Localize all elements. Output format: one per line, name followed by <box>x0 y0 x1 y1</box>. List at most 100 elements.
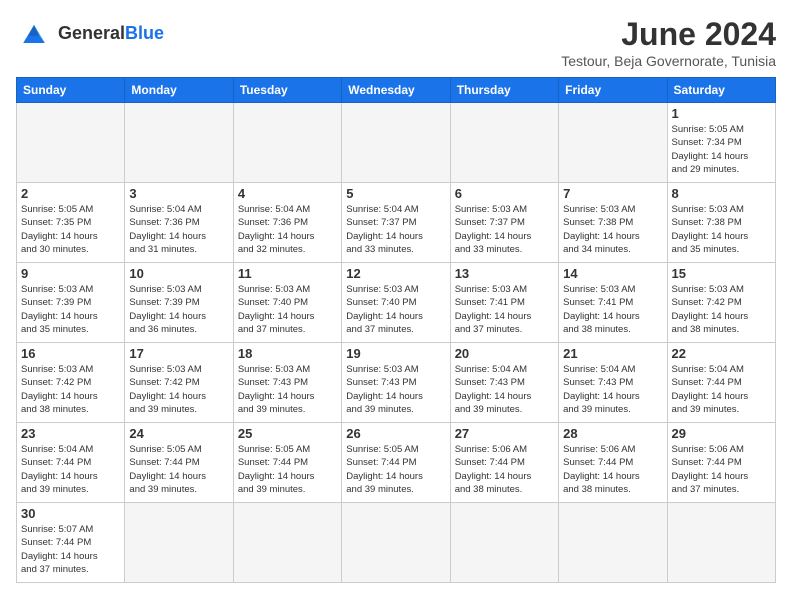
day-number: 15 <box>672 266 771 281</box>
day-number: 21 <box>563 346 662 361</box>
day-info: Sunrise: 5:05 AM Sunset: 7:34 PM Dayligh… <box>672 123 771 176</box>
day-number: 16 <box>21 346 120 361</box>
day-number: 19 <box>346 346 445 361</box>
day-info: Sunrise: 5:06 AM Sunset: 7:44 PM Dayligh… <box>455 443 554 496</box>
day-info: Sunrise: 5:03 AM Sunset: 7:43 PM Dayligh… <box>238 363 337 416</box>
weekday-header-row: SundayMondayTuesdayWednesdayThursdayFrid… <box>17 78 776 103</box>
calendar-cell: 28 Sunrise: 5:06 AM Sunset: 7:44 PM Dayli… <box>559 423 667 503</box>
calendar-cell: 4Sunrise: 5:04 AM Sunset: 7:36 PM Daylig… <box>233 183 341 263</box>
calendar-cell: 10Sunrise: 5:03 AM Sunset: 7:39 PM Dayli… <box>125 263 233 343</box>
week-row: 16 Sunrise: 5:03 AM Sunset: 7:42 PM Dayli… <box>17 343 776 423</box>
calendar-cell: 6Sunrise: 5:03 AM Sunset: 7:37 PM Daylig… <box>450 183 558 263</box>
calendar-cell: 14 Sunrise: 5:03 AM Sunset: 7:41 PM Dayli… <box>559 263 667 343</box>
day-info: Sunrise: 5:03 AM Sunset: 7:41 PM Dayligh… <box>563 283 662 336</box>
day-info: Sunrise: 5:03 AM Sunset: 7:41 PM Dayligh… <box>455 283 554 336</box>
day-info: Sunrise: 5:03 AM Sunset: 7:42 PM Dayligh… <box>672 283 771 336</box>
logo-icon <box>16 16 52 52</box>
calendar-cell: 27 Sunrise: 5:06 AM Sunset: 7:44 PM Dayli… <box>450 423 558 503</box>
day-info: Sunrise: 5:03 AM Sunset: 7:38 PM Dayligh… <box>672 203 771 256</box>
day-number: 10 <box>129 266 228 281</box>
day-info: Sunrise: 5:06 AM Sunset: 7:44 PM Dayligh… <box>672 443 771 496</box>
calendar-cell: 3 Sunrise: 5:04 AM Sunset: 7:36 PM Daylig… <box>125 183 233 263</box>
calendar-cell <box>233 503 341 583</box>
day-number: 9 <box>21 266 120 281</box>
day-info: Sunrise: 5:04 AM Sunset: 7:44 PM Dayligh… <box>672 363 771 416</box>
calendar-cell <box>342 103 450 183</box>
calendar-cell <box>125 503 233 583</box>
calendar-cell: 20 Sunrise: 5:04 AM Sunset: 7:43 PM Dayli… <box>450 343 558 423</box>
day-info: Sunrise: 5:03 AM Sunset: 7:38 PM Dayligh… <box>563 203 662 256</box>
calendar-cell: 2Sunrise: 5:05 AM Sunset: 7:35 PM Daylig… <box>17 183 125 263</box>
day-number: 24 <box>129 426 228 441</box>
day-info: Sunrise: 5:05 AM Sunset: 7:44 PM Dayligh… <box>346 443 445 496</box>
calendar-cell: 5Sunrise: 5:04 AM Sunset: 7:37 PM Daylig… <box>342 183 450 263</box>
calendar-cell: 7 Sunrise: 5:03 AM Sunset: 7:38 PM Daylig… <box>559 183 667 263</box>
week-row: 23Sunrise: 5:04 AM Sunset: 7:44 PM Dayli… <box>17 423 776 503</box>
calendar-cell <box>342 503 450 583</box>
day-number: 7 <box>563 186 662 201</box>
day-info: Sunrise: 5:03 AM Sunset: 7:40 PM Dayligh… <box>238 283 337 336</box>
weekday-header: Friday <box>559 78 667 103</box>
day-number: 17 <box>129 346 228 361</box>
day-info: Sunrise: 5:03 AM Sunset: 7:40 PM Dayligh… <box>346 283 445 336</box>
week-row: 9 Sunrise: 5:03 AM Sunset: 7:39 PM Daylig… <box>17 263 776 343</box>
day-info: Sunrise: 5:03 AM Sunset: 7:39 PM Dayligh… <box>21 283 120 336</box>
logo: GeneralBlue <box>16 16 164 52</box>
month-title: June 2024 <box>561 16 776 53</box>
day-info: Sunrise: 5:04 AM Sunset: 7:43 PM Dayligh… <box>563 363 662 416</box>
calendar-cell: 15 Sunrise: 5:03 AM Sunset: 7:42 PM Dayli… <box>667 263 775 343</box>
weekday-header: Wednesday <box>342 78 450 103</box>
subtitle: Testour, Beja Governorate, Tunisia <box>561 53 776 69</box>
calendar-cell: 25Sunrise: 5:05 AM Sunset: 7:44 PM Dayli… <box>233 423 341 503</box>
day-number: 3 <box>129 186 228 201</box>
day-number: 27 <box>455 426 554 441</box>
day-info: Sunrise: 5:03 AM Sunset: 7:42 PM Dayligh… <box>129 363 228 416</box>
day-info: Sunrise: 5:04 AM Sunset: 7:37 PM Dayligh… <box>346 203 445 256</box>
calendar-cell: 29 Sunrise: 5:06 AM Sunset: 7:44 PM Dayli… <box>667 423 775 503</box>
day-number: 11 <box>238 266 337 281</box>
day-info: Sunrise: 5:03 AM Sunset: 7:42 PM Dayligh… <box>21 363 120 416</box>
calendar-cell: 19 Sunrise: 5:03 AM Sunset: 7:43 PM Dayli… <box>342 343 450 423</box>
calendar-cell: 9 Sunrise: 5:03 AM Sunset: 7:39 PM Daylig… <box>17 263 125 343</box>
week-row: 30 Sunrise: 5:07 AM Sunset: 7:44 PM Dayli… <box>17 503 776 583</box>
weekday-header: Monday <box>125 78 233 103</box>
day-info: Sunrise: 5:03 AM Sunset: 7:43 PM Dayligh… <box>346 363 445 416</box>
calendar-cell <box>559 103 667 183</box>
day-info: Sunrise: 5:07 AM Sunset: 7:44 PM Dayligh… <box>21 523 120 576</box>
calendar-cell: 8Sunrise: 5:03 AM Sunset: 7:38 PM Daylig… <box>667 183 775 263</box>
calendar-cell: 17 Sunrise: 5:03 AM Sunset: 7:42 PM Dayli… <box>125 343 233 423</box>
day-info: Sunrise: 5:04 AM Sunset: 7:36 PM Dayligh… <box>238 203 337 256</box>
weekday-header: Thursday <box>450 78 558 103</box>
day-number: 30 <box>21 506 120 521</box>
day-number: 20 <box>455 346 554 361</box>
header: GeneralBlue June 2024 Testour, Beja Gove… <box>16 16 776 69</box>
calendar-cell: 22Sunrise: 5:04 AM Sunset: 7:44 PM Dayli… <box>667 343 775 423</box>
calendar-cell: 11 Sunrise: 5:03 AM Sunset: 7:40 PM Dayli… <box>233 263 341 343</box>
calendar-cell: 12Sunrise: 5:03 AM Sunset: 7:40 PM Dayli… <box>342 263 450 343</box>
calendar-cell: 24 Sunrise: 5:05 AM Sunset: 7:44 PM Dayli… <box>125 423 233 503</box>
calendar-cell: 16 Sunrise: 5:03 AM Sunset: 7:42 PM Dayli… <box>17 343 125 423</box>
week-row: 1 Sunrise: 5:05 AM Sunset: 7:34 PM Daylig… <box>17 103 776 183</box>
calendar-cell <box>125 103 233 183</box>
day-number: 6 <box>455 186 554 201</box>
calendar-cell <box>17 103 125 183</box>
day-info: Sunrise: 5:04 AM Sunset: 7:36 PM Dayligh… <box>129 203 228 256</box>
day-info: Sunrise: 5:06 AM Sunset: 7:44 PM Dayligh… <box>563 443 662 496</box>
title-area: June 2024 Testour, Beja Governorate, Tun… <box>561 16 776 69</box>
day-number: 14 <box>563 266 662 281</box>
day-number: 28 <box>563 426 662 441</box>
week-row: 2Sunrise: 5:05 AM Sunset: 7:35 PM Daylig… <box>17 183 776 263</box>
day-info: Sunrise: 5:04 AM Sunset: 7:43 PM Dayligh… <box>455 363 554 416</box>
day-number: 29 <box>672 426 771 441</box>
weekday-header: Sunday <box>17 78 125 103</box>
calendar-cell <box>233 103 341 183</box>
calendar-cell: 23Sunrise: 5:04 AM Sunset: 7:44 PM Dayli… <box>17 423 125 503</box>
day-info: Sunrise: 5:05 AM Sunset: 7:44 PM Dayligh… <box>129 443 228 496</box>
calendar-cell: 1 Sunrise: 5:05 AM Sunset: 7:34 PM Daylig… <box>667 103 775 183</box>
calendar-cell <box>450 103 558 183</box>
calendar-cell <box>559 503 667 583</box>
day-number: 25 <box>238 426 337 441</box>
day-number: 1 <box>672 106 771 121</box>
calendar-cell <box>667 503 775 583</box>
logo-text: GeneralBlue <box>58 24 164 44</box>
